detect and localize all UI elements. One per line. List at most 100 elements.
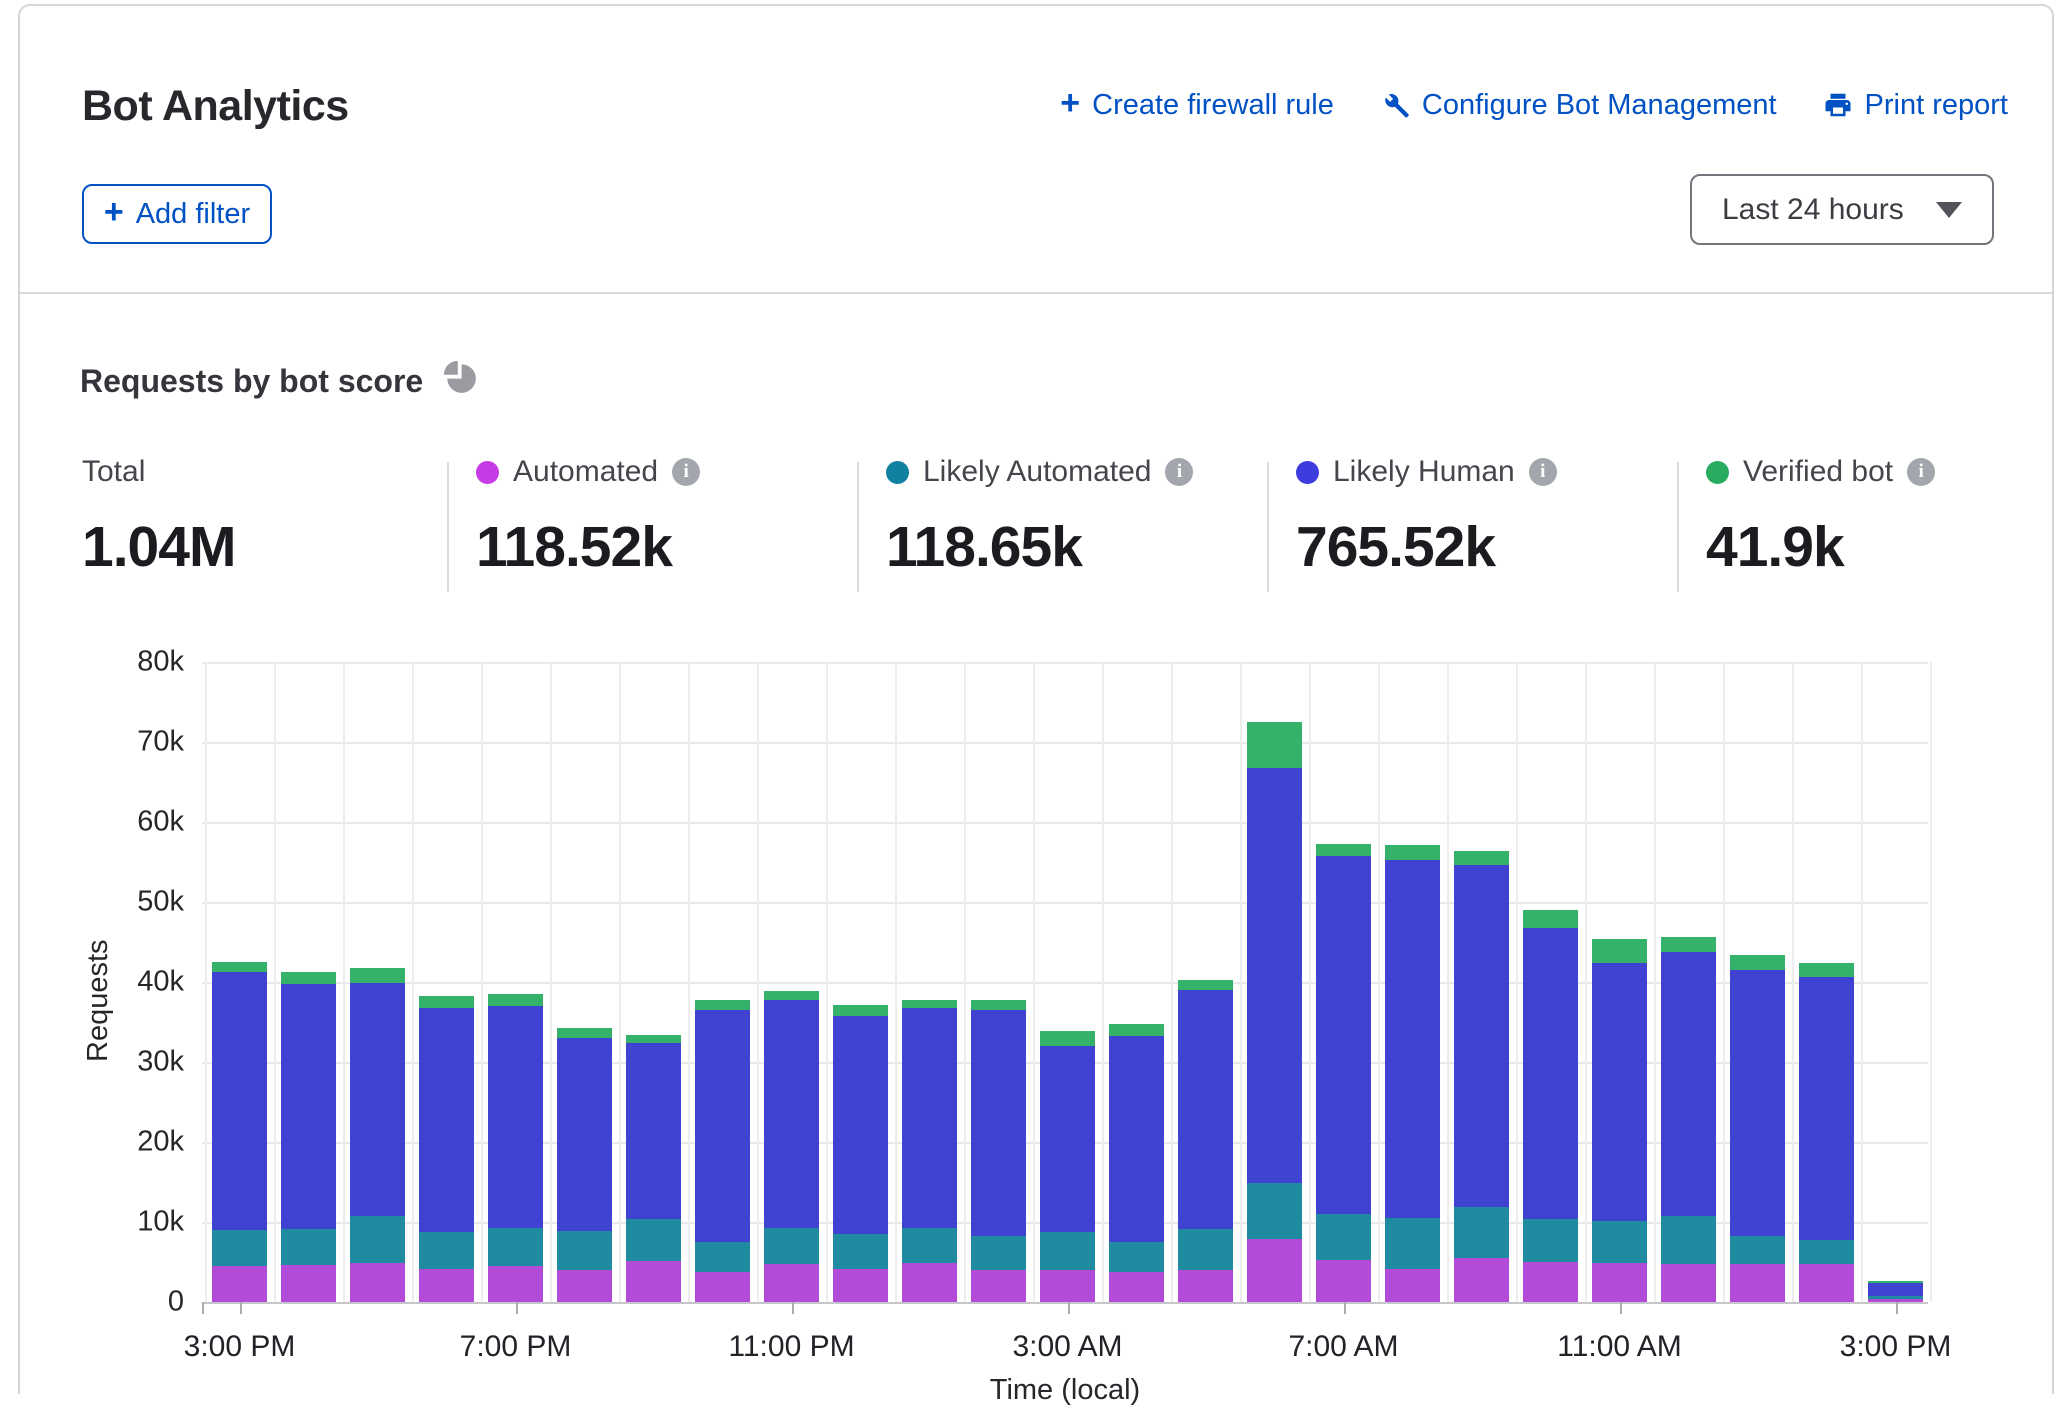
gridline-v [688, 662, 690, 1302]
configure-bot-management-link[interactable]: Configure Bot Management [1380, 89, 1777, 122]
bar-segment-automated [1247, 1239, 1302, 1302]
plus-icon: + [1060, 86, 1080, 120]
bar-segment-likely-human [1592, 963, 1647, 1221]
create-firewall-rule-link[interactable]: + Create firewall rule [1060, 88, 1334, 122]
bar-segment-automated [350, 1263, 405, 1302]
bar-600am[interactable] [1247, 722, 1302, 1302]
stat-total-label: Total [82, 455, 145, 489]
bar-800am[interactable] [1385, 845, 1440, 1302]
bar-500pm[interactable] [350, 968, 405, 1302]
bar-segment-verified-bot [1799, 963, 1854, 977]
bar-segment-likely-human [1247, 768, 1302, 1183]
bar-300pm[interactable] [1868, 1281, 1923, 1302]
print-report-label: Print report [1865, 89, 2008, 122]
bar-1200pm[interactable] [1661, 937, 1716, 1302]
bar-100pm[interactable] [1730, 955, 1785, 1302]
gridline-v [1447, 662, 1449, 1302]
time-range-select[interactable]: Last 24 hours [1690, 174, 1994, 245]
info-icon[interactable]: i [1907, 458, 1935, 486]
x-axis-tick-label: 3:00 AM [1012, 1330, 1122, 1364]
bar-segment-automated [1661, 1264, 1716, 1302]
bot-analytics-panel: Bot Analytics + Create firewall rule Con… [18, 4, 2054, 1394]
gridline-v [1585, 662, 1587, 1302]
bar-300pm[interactable] [212, 962, 267, 1302]
bar-900pm[interactable] [626, 1035, 681, 1302]
y-axis-tick-label: 30k [104, 1046, 184, 1079]
bar-800pm[interactable] [557, 1028, 612, 1302]
bar-segment-likely-human [1454, 865, 1509, 1207]
bar-segment-likely-automated [1730, 1236, 1785, 1264]
x-axis-line [202, 1302, 1928, 1304]
bar-segment-likely-human [1868, 1283, 1923, 1296]
bar-1200am[interactable] [833, 1005, 888, 1302]
bar-segment-verified-bot [350, 968, 405, 982]
bar-segment-likely-automated [1454, 1207, 1509, 1258]
add-filter-button[interactable]: + Add filter [82, 184, 272, 244]
bar-segment-likely-human [557, 1038, 612, 1231]
bar-500am[interactable] [1178, 980, 1233, 1302]
x-axis-tick-label: 3:00 PM [1840, 1330, 1952, 1364]
legend-dot [1296, 461, 1319, 484]
bar-segment-likely-automated [419, 1232, 474, 1270]
bar-segment-likely-automated [1247, 1183, 1302, 1239]
bar-1100am[interactable] [1592, 939, 1647, 1302]
bar-segment-verified-bot [1592, 939, 1647, 963]
bar-segment-likely-automated [350, 1216, 405, 1262]
bar-200pm[interactable] [1799, 963, 1854, 1302]
bar-segment-likely-human [971, 1010, 1026, 1236]
gridline-h [202, 822, 1928, 824]
chevron-down-icon [1936, 202, 1962, 218]
bar-segment-automated [1109, 1272, 1164, 1302]
bar-segment-automated [1316, 1260, 1371, 1302]
bar-segment-likely-automated [764, 1228, 819, 1264]
axis-tick [1896, 1302, 1898, 1314]
bar-300am[interactable] [1040, 1031, 1095, 1302]
gridline-v [1378, 662, 1380, 1302]
bar-400pm[interactable] [281, 972, 336, 1302]
bar-400am[interactable] [1109, 1024, 1164, 1302]
info-icon[interactable]: i [1529, 458, 1557, 486]
bar-900am[interactable] [1454, 851, 1509, 1302]
header-divider [20, 292, 2052, 294]
bar-600pm[interactable] [419, 996, 474, 1302]
gridline-v [1516, 662, 1518, 1302]
bar-segment-likely-human [1523, 928, 1578, 1219]
gridline-h [202, 662, 1928, 664]
gridline-v [1930, 662, 1932, 1302]
bar-segment-likely-automated [1523, 1219, 1578, 1262]
bar-segment-automated [281, 1265, 336, 1302]
bar-700pm[interactable] [488, 994, 543, 1302]
gridline-v [1240, 662, 1242, 1302]
bar-segment-automated [626, 1261, 681, 1302]
y-axis-tick-label: 20k [104, 1126, 184, 1159]
bar-segment-likely-automated [1799, 1240, 1854, 1265]
gridline-v [1033, 662, 1035, 1302]
bar-1000am[interactable] [1523, 910, 1578, 1302]
bar-segment-verified-bot [902, 1000, 957, 1009]
info-icon[interactable]: i [672, 458, 700, 486]
bar-200am[interactable] [971, 1000, 1026, 1302]
bar-1100pm[interactable] [764, 991, 819, 1302]
bar-100am[interactable] [902, 1000, 957, 1302]
bar-segment-automated [1178, 1270, 1233, 1302]
print-report-link[interactable]: Print report [1823, 89, 2008, 122]
bar-segment-automated [695, 1272, 750, 1302]
x-axis-tick-label: 11:00 PM [728, 1330, 854, 1364]
info-icon[interactable]: i [1165, 458, 1193, 486]
bar-segment-verified-bot [833, 1005, 888, 1015]
axis-tick [1068, 1302, 1070, 1314]
gridline-v [550, 662, 552, 1302]
gridline-v [1792, 662, 1794, 1302]
bar-1000pm[interactable] [695, 1000, 750, 1302]
bar-segment-likely-human [626, 1043, 681, 1219]
axis-tick [202, 1302, 204, 1314]
bar-segment-automated [1523, 1262, 1578, 1302]
printer-icon [1823, 90, 1853, 120]
plus-icon: + [104, 195, 124, 229]
gridline-v [205, 662, 207, 1302]
axis-tick [1344, 1302, 1346, 1314]
bar-700am[interactable] [1316, 844, 1371, 1302]
stat-value: 41.9k [1706, 514, 1935, 580]
bar-segment-verified-bot [1109, 1024, 1164, 1036]
bar-segment-verified-bot [419, 996, 474, 1009]
